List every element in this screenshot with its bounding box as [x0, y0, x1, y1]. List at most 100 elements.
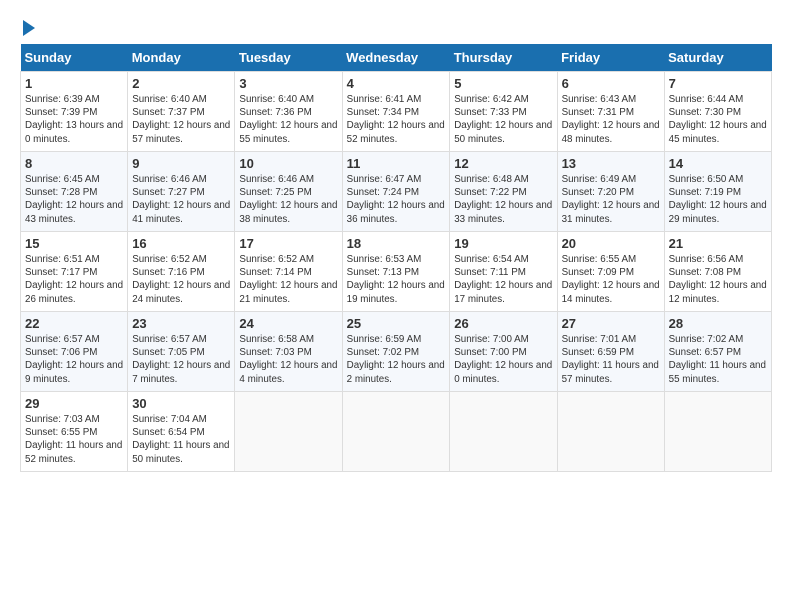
day-cell	[342, 392, 450, 472]
day-number: 1	[25, 76, 123, 91]
day-info: Sunrise: 7:03 AMSunset: 6:55 PMDaylight:…	[25, 414, 122, 465]
day-number: 22	[25, 316, 123, 331]
header-row: SundayMondayTuesdayWednesdayThursdayFrid…	[21, 44, 772, 72]
day-cell: 27 Sunrise: 7:01 AMSunset: 6:59 PMDaylig…	[557, 312, 664, 392]
header-day-sunday: Sunday	[21, 44, 128, 72]
day-info: Sunrise: 7:00 AMSunset: 7:00 PMDaylight:…	[454, 334, 552, 385]
day-cell: 12 Sunrise: 6:48 AMSunset: 7:22 PMDaylig…	[450, 152, 557, 232]
day-number: 6	[562, 76, 660, 91]
day-number: 3	[239, 76, 337, 91]
day-number: 26	[454, 316, 552, 331]
day-number: 23	[132, 316, 230, 331]
day-number: 19	[454, 236, 552, 251]
day-cell: 25 Sunrise: 6:59 AMSunset: 7:02 PMDaylig…	[342, 312, 450, 392]
day-cell: 3 Sunrise: 6:40 AMSunset: 7:36 PMDayligh…	[235, 72, 342, 152]
day-number: 10	[239, 156, 337, 171]
day-info: Sunrise: 6:46 AMSunset: 7:25 PMDaylight:…	[239, 174, 337, 225]
day-number: 28	[669, 316, 767, 331]
day-number: 5	[454, 76, 552, 91]
day-cell: 19 Sunrise: 6:54 AMSunset: 7:11 PMDaylig…	[450, 232, 557, 312]
day-cell: 4 Sunrise: 6:41 AMSunset: 7:34 PMDayligh…	[342, 72, 450, 152]
day-info: Sunrise: 6:53 AMSunset: 7:13 PMDaylight:…	[347, 254, 445, 305]
day-number: 15	[25, 236, 123, 251]
header-day-saturday: Saturday	[664, 44, 771, 72]
day-cell: 17 Sunrise: 6:52 AMSunset: 7:14 PMDaylig…	[235, 232, 342, 312]
day-cell	[235, 392, 342, 472]
header-day-thursday: Thursday	[450, 44, 557, 72]
week-row-4: 22 Sunrise: 6:57 AMSunset: 7:06 PMDaylig…	[21, 312, 772, 392]
day-info: Sunrise: 6:49 AMSunset: 7:20 PMDaylight:…	[562, 174, 660, 225]
day-cell: 28 Sunrise: 7:02 AMSunset: 6:57 PMDaylig…	[664, 312, 771, 392]
day-cell	[664, 392, 771, 472]
day-number: 29	[25, 396, 123, 411]
day-cell: 16 Sunrise: 6:52 AMSunset: 7:16 PMDaylig…	[128, 232, 235, 312]
header-day-friday: Friday	[557, 44, 664, 72]
day-info: Sunrise: 6:40 AMSunset: 7:36 PMDaylight:…	[239, 94, 337, 145]
day-cell: 21 Sunrise: 6:56 AMSunset: 7:08 PMDaylig…	[664, 232, 771, 312]
day-info: Sunrise: 6:47 AMSunset: 7:24 PMDaylight:…	[347, 174, 445, 225]
header-day-tuesday: Tuesday	[235, 44, 342, 72]
day-cell: 30 Sunrise: 7:04 AMSunset: 6:54 PMDaylig…	[128, 392, 235, 472]
day-info: Sunrise: 6:39 AMSunset: 7:39 PMDaylight:…	[25, 94, 123, 145]
day-info: Sunrise: 6:57 AMSunset: 7:05 PMDaylight:…	[132, 334, 230, 385]
calendar-table: SundayMondayTuesdayWednesdayThursdayFrid…	[20, 44, 772, 472]
week-row-1: 1 Sunrise: 6:39 AMSunset: 7:39 PMDayligh…	[21, 72, 772, 152]
day-info: Sunrise: 6:54 AMSunset: 7:11 PMDaylight:…	[454, 254, 552, 305]
day-cell: 6 Sunrise: 6:43 AMSunset: 7:31 PMDayligh…	[557, 72, 664, 152]
day-cell: 14 Sunrise: 6:50 AMSunset: 7:19 PMDaylig…	[664, 152, 771, 232]
day-cell: 7 Sunrise: 6:44 AMSunset: 7:30 PMDayligh…	[664, 72, 771, 152]
day-cell: 2 Sunrise: 6:40 AMSunset: 7:37 PMDayligh…	[128, 72, 235, 152]
day-cell: 29 Sunrise: 7:03 AMSunset: 6:55 PMDaylig…	[21, 392, 128, 472]
day-number: 13	[562, 156, 660, 171]
day-info: Sunrise: 6:50 AMSunset: 7:19 PMDaylight:…	[669, 174, 767, 225]
header-day-wednesday: Wednesday	[342, 44, 450, 72]
week-row-5: 29 Sunrise: 7:03 AMSunset: 6:55 PMDaylig…	[21, 392, 772, 472]
day-number: 30	[132, 396, 230, 411]
day-info: Sunrise: 6:43 AMSunset: 7:31 PMDaylight:…	[562, 94, 660, 145]
day-info: Sunrise: 6:48 AMSunset: 7:22 PMDaylight:…	[454, 174, 552, 225]
day-info: Sunrise: 7:02 AMSunset: 6:57 PMDaylight:…	[669, 334, 766, 385]
day-number: 25	[347, 316, 446, 331]
day-cell: 10 Sunrise: 6:46 AMSunset: 7:25 PMDaylig…	[235, 152, 342, 232]
day-info: Sunrise: 6:52 AMSunset: 7:14 PMDaylight:…	[239, 254, 337, 305]
day-cell: 20 Sunrise: 6:55 AMSunset: 7:09 PMDaylig…	[557, 232, 664, 312]
day-number: 12	[454, 156, 552, 171]
day-cell: 26 Sunrise: 7:00 AMSunset: 7:00 PMDaylig…	[450, 312, 557, 392]
day-info: Sunrise: 6:51 AMSunset: 7:17 PMDaylight:…	[25, 254, 123, 305]
day-number: 7	[669, 76, 767, 91]
day-cell	[557, 392, 664, 472]
day-cell: 15 Sunrise: 6:51 AMSunset: 7:17 PMDaylig…	[21, 232, 128, 312]
day-info: Sunrise: 6:46 AMSunset: 7:27 PMDaylight:…	[132, 174, 230, 225]
day-info: Sunrise: 6:41 AMSunset: 7:34 PMDaylight:…	[347, 94, 445, 145]
day-number: 16	[132, 236, 230, 251]
page-header	[20, 20, 772, 36]
day-number: 14	[669, 156, 767, 171]
day-cell: 5 Sunrise: 6:42 AMSunset: 7:33 PMDayligh…	[450, 72, 557, 152]
day-cell: 11 Sunrise: 6:47 AMSunset: 7:24 PMDaylig…	[342, 152, 450, 232]
day-number: 17	[239, 236, 337, 251]
day-cell	[450, 392, 557, 472]
day-number: 20	[562, 236, 660, 251]
day-cell: 9 Sunrise: 6:46 AMSunset: 7:27 PMDayligh…	[128, 152, 235, 232]
day-cell: 13 Sunrise: 6:49 AMSunset: 7:20 PMDaylig…	[557, 152, 664, 232]
day-info: Sunrise: 7:04 AMSunset: 6:54 PMDaylight:…	[132, 414, 229, 465]
week-row-2: 8 Sunrise: 6:45 AMSunset: 7:28 PMDayligh…	[21, 152, 772, 232]
day-cell: 22 Sunrise: 6:57 AMSunset: 7:06 PMDaylig…	[21, 312, 128, 392]
day-info: Sunrise: 6:57 AMSunset: 7:06 PMDaylight:…	[25, 334, 123, 385]
week-row-3: 15 Sunrise: 6:51 AMSunset: 7:17 PMDaylig…	[21, 232, 772, 312]
logo-arrow-icon	[23, 20, 35, 36]
day-number: 11	[347, 156, 446, 171]
day-info: Sunrise: 6:40 AMSunset: 7:37 PMDaylight:…	[132, 94, 230, 145]
day-cell: 1 Sunrise: 6:39 AMSunset: 7:39 PMDayligh…	[21, 72, 128, 152]
day-info: Sunrise: 6:59 AMSunset: 7:02 PMDaylight:…	[347, 334, 445, 385]
day-info: Sunrise: 6:56 AMSunset: 7:08 PMDaylight:…	[669, 254, 767, 305]
day-info: Sunrise: 6:44 AMSunset: 7:30 PMDaylight:…	[669, 94, 767, 145]
day-number: 2	[132, 76, 230, 91]
day-number: 27	[562, 316, 660, 331]
day-number: 21	[669, 236, 767, 251]
day-info: Sunrise: 7:01 AMSunset: 6:59 PMDaylight:…	[562, 334, 659, 385]
day-info: Sunrise: 6:45 AMSunset: 7:28 PMDaylight:…	[25, 174, 123, 225]
day-info: Sunrise: 6:58 AMSunset: 7:03 PMDaylight:…	[239, 334, 337, 385]
day-number: 18	[347, 236, 446, 251]
day-info: Sunrise: 6:55 AMSunset: 7:09 PMDaylight:…	[562, 254, 660, 305]
